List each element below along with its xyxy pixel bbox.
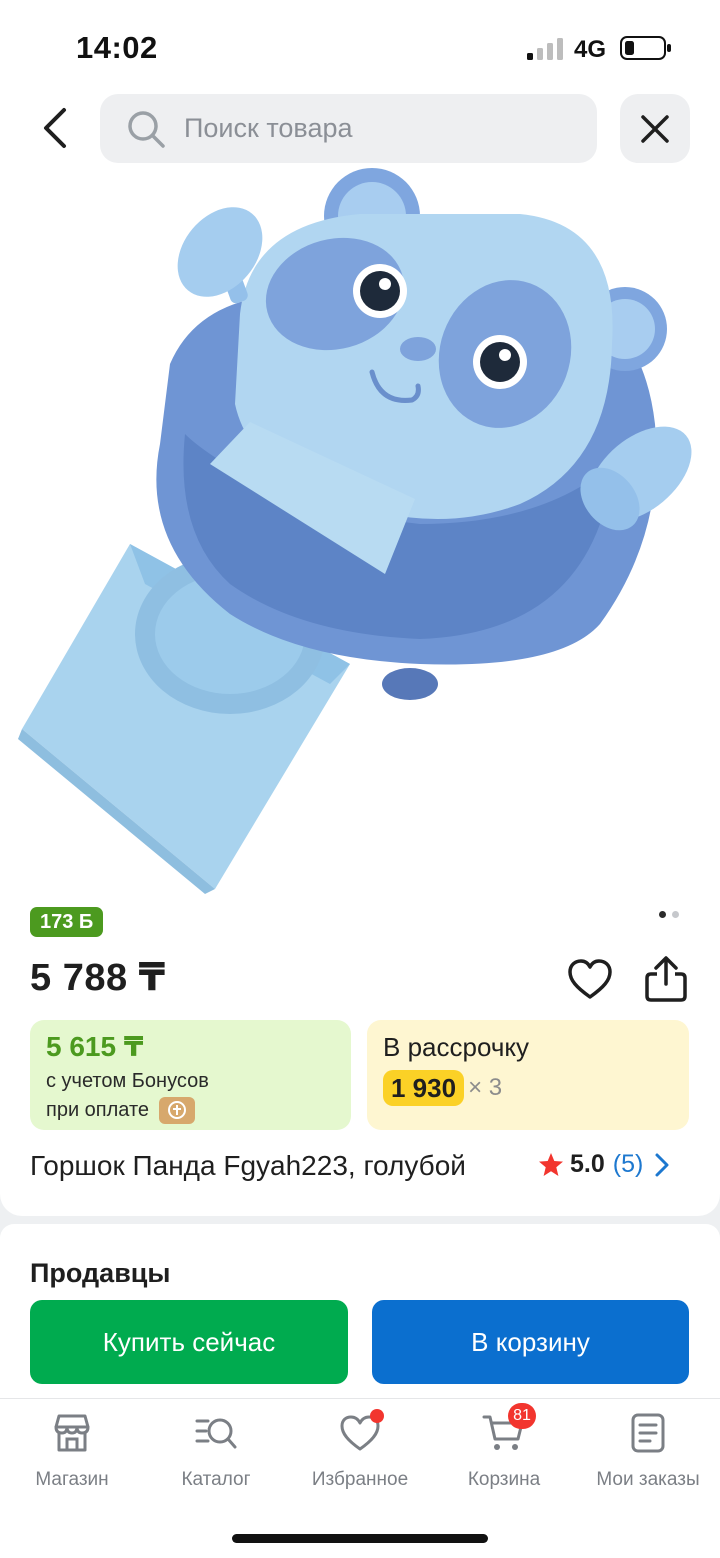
cart-count-badge: 81 xyxy=(508,1403,536,1429)
status-time: 14:02 xyxy=(76,30,158,65)
installment-card[interactable]: В рассрочку 1 930 × 3 xyxy=(367,1020,689,1130)
catalog-search-icon xyxy=(195,1418,237,1449)
nav-label-store: Магазин xyxy=(35,1469,109,1490)
installment-multiplier: × 3 xyxy=(468,1074,503,1101)
nav-label-favorites: Избранное xyxy=(311,1469,409,1490)
close-icon xyxy=(641,114,669,143)
nav-item-catalog[interactable]: Каталог xyxy=(144,1411,288,1491)
chevron-right-icon xyxy=(655,1153,669,1176)
signal-strength-icon xyxy=(527,38,563,60)
status-bar: 14:02 4G xyxy=(0,0,720,92)
product-title: Горшок Панда Fgyah223, голубой xyxy=(30,1150,466,1181)
pager-dot-active xyxy=(659,911,666,918)
battery-icon xyxy=(620,36,671,60)
pager-dot xyxy=(672,911,679,918)
action-bar: Купить сейчас В корзину xyxy=(0,1290,720,1400)
rating-value: 5.0 xyxy=(570,1150,605,1178)
bonus-price-payment-row: при оплате xyxy=(46,1095,335,1125)
installment-amount: 1 930 xyxy=(383,1070,465,1106)
rating-link[interactable]: 5.0 (5) xyxy=(538,1150,673,1179)
share-icon xyxy=(645,956,687,1002)
close-button[interactable] xyxy=(620,94,690,163)
notification-dot xyxy=(370,1409,384,1423)
product-page: 14:02 4G Поиск товара 173 Б 5 788 ₸ 5 61… xyxy=(0,0,720,1558)
product-image[interactable] xyxy=(0,164,720,894)
nav-item-orders[interactable]: Мои заказы xyxy=(576,1411,720,1491)
orders-icon xyxy=(631,1413,665,1453)
nav-label-catalog: Каталог xyxy=(181,1469,251,1490)
bonus-points-badge: 173 Б xyxy=(30,907,104,937)
payment-card-icon xyxy=(159,1096,196,1124)
search-placeholder: Поиск товара xyxy=(184,113,353,143)
nav-item-store[interactable]: Магазин xyxy=(0,1411,144,1491)
nav-item-cart[interactable]: 81 Корзина xyxy=(432,1403,576,1491)
heart-icon xyxy=(568,959,612,999)
reviews-count: (5) xyxy=(612,1150,644,1178)
favorites-icon-wrap xyxy=(338,1409,384,1455)
chevron-left-icon xyxy=(44,108,66,148)
buy-now-button[interactable]: Купить сейчас xyxy=(30,1300,348,1384)
bonus-price-payment-note: при оплате xyxy=(46,1099,150,1121)
installment-label: В рассрочку xyxy=(383,1032,530,1062)
home-indicator[interactable] xyxy=(232,1534,488,1543)
bonus-price-value: 5 615 ₸ xyxy=(46,1031,144,1062)
network-type: 4G xyxy=(574,36,607,63)
search-input[interactable]: Поиск товара xyxy=(100,94,597,163)
bonus-price-card[interactable]: 5 615 ₸ с учетом Бонусов при оплате xyxy=(30,1020,351,1130)
installment-row: 1 930 × 3 xyxy=(383,1070,673,1106)
image-pager[interactable] xyxy=(656,909,686,921)
favorite-button[interactable] xyxy=(566,956,614,1004)
back-button[interactable] xyxy=(30,100,80,156)
store-icon xyxy=(54,1414,90,1452)
share-button[interactable] xyxy=(642,954,690,1004)
sellers-heading: Продавцы xyxy=(30,1258,171,1288)
nav-label-cart: Корзина xyxy=(467,1469,541,1490)
bonus-price-note: с учетом Бонусов xyxy=(46,1070,209,1092)
star-icon xyxy=(539,1152,563,1176)
nav-label-orders: Мои заказы xyxy=(596,1469,700,1490)
product-price: 5 788 ₸ xyxy=(30,957,166,999)
nav-item-favorites[interactable]: Избранное xyxy=(288,1409,432,1491)
search-icon xyxy=(128,110,165,148)
cart-icon-wrap: 81 xyxy=(482,1403,536,1455)
add-to-cart-button[interactable]: В корзину xyxy=(372,1300,689,1384)
section-divider xyxy=(0,1190,720,1238)
